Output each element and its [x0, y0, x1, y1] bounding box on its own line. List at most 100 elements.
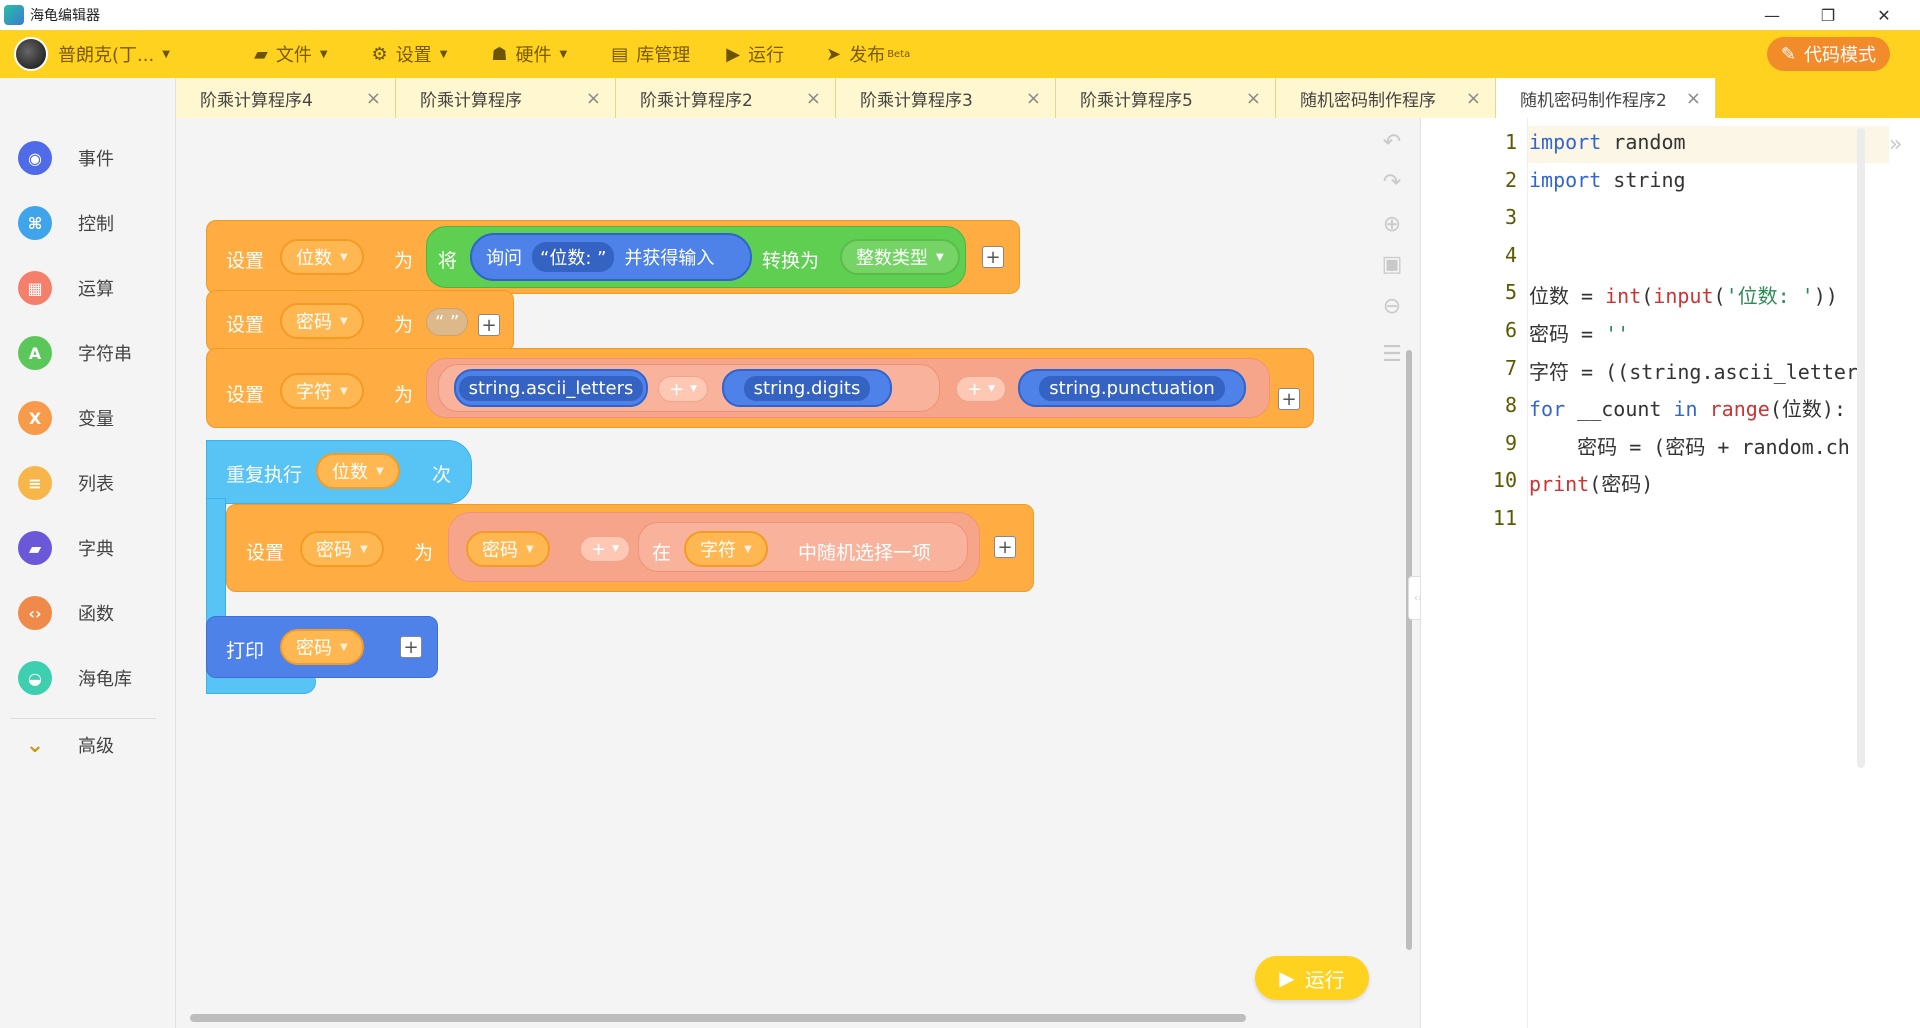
library-manager-label: 库管理: [636, 45, 691, 66]
code-line[interactable]: 位数 = int(input('位数: ')): [1529, 280, 1838, 309]
var-dropdown-chars[interactable]: 字符 ▼: [280, 373, 364, 409]
close-icon[interactable]: ×: [1026, 88, 1041, 109]
category-strings[interactable]: A 字符串: [18, 333, 132, 373]
gamepad-icon: ⌘: [18, 206, 52, 240]
code-mode-button[interactable]: ✎ 代码模式: [1766, 37, 1890, 71]
var-dropdown-digits[interactable]: 位数 ▼: [280, 239, 364, 275]
line-number: 3: [1504, 205, 1517, 230]
var-dropdown-chars[interactable]: 字符 ▼: [684, 531, 768, 567]
run-menu-button[interactable]: ▶ 运行: [726, 30, 784, 78]
line-number: 7: [1504, 355, 1517, 380]
user-avatar[interactable]: [14, 37, 48, 71]
category-dictionaries[interactable]: ▰ 字典: [18, 528, 114, 568]
toggle-icon: ◉: [18, 141, 52, 175]
hardware-menu[interactable]: ☗ 硬件 ▼: [491, 30, 567, 78]
zoom-in-icon[interactable]: ⊕: [1380, 212, 1404, 237]
ascii-letters-block[interactable]: string.ascii_letters: [454, 369, 648, 407]
code-line[interactable]: import string: [1529, 168, 1686, 192]
block-workspace[interactable]: 设置 位数 ▼ 为 将 询问 “位数: ” 并获得输入 转换为 整数类型 ▼ + 设…: [176, 118, 1418, 1028]
var-name: 密码: [296, 312, 332, 333]
var-dropdown-password[interactable]: 密码 ▼: [280, 303, 364, 339]
category-label: 字典: [78, 539, 114, 560]
workspace-vertical-scrollbar[interactable]: [1406, 350, 1412, 950]
tab-password-generator-2[interactable]: 随机密码制作程序2 ×: [1496, 78, 1716, 118]
tab-factorial-5[interactable]: 阶乘计算程序5 ×: [1056, 78, 1276, 118]
string-attr: string.digits: [743, 375, 871, 401]
category-label: 控制: [78, 214, 114, 235]
add-param-button[interactable]: +: [1278, 388, 1300, 410]
add-param-button[interactable]: +: [400, 636, 422, 658]
publish-button[interactable]: ➤ 发布 Beta: [826, 30, 910, 78]
cleanup-icon[interactable]: ☰: [1380, 342, 1404, 367]
category-events[interactable]: ◉ 事件: [18, 138, 114, 178]
restore-button[interactable]: ❐: [1800, 0, 1856, 30]
file-menu[interactable]: ▰ 文件 ▼: [254, 30, 328, 78]
tab-password-generator[interactable]: 随机密码制作程序 ×: [1276, 78, 1496, 118]
type-dropdown[interactable]: 整数类型 ▼: [840, 239, 960, 275]
book-icon: ▰: [18, 531, 52, 565]
zoom-out-icon[interactable]: ⊖: [1380, 294, 1404, 319]
close-icon[interactable]: ×: [366, 88, 381, 109]
category-turtle-library[interactable]: ◒ 海龟库: [18, 658, 132, 698]
empty-string-input[interactable]: “ ”: [426, 308, 469, 336]
var-dropdown-password[interactable]: 密码 ▼: [466, 531, 550, 567]
close-icon[interactable]: ×: [586, 88, 601, 109]
collapse-panel-icon[interactable]: »: [1889, 132, 1902, 157]
caret-down-icon: ▼: [612, 544, 620, 554]
operator-dropdown[interactable]: + ▼: [658, 376, 709, 402]
code-line[interactable]: 密码 = '': [1529, 318, 1629, 347]
operator-dropdown[interactable]: + ▼: [580, 536, 631, 562]
close-window-button[interactable]: ✕: [1856, 0, 1912, 30]
close-icon[interactable]: ×: [1686, 88, 1701, 109]
line-number: 8: [1504, 393, 1517, 418]
punctuation-block[interactable]: string.punctuation: [1018, 369, 1246, 407]
var-dropdown-password[interactable]: 密码 ▼: [300, 531, 384, 567]
code-line[interactable]: 密码 = (密码 + random.ch: [1529, 431, 1850, 460]
add-param-button[interactable]: +: [994, 536, 1016, 558]
tab-factorial-4[interactable]: 阶乘计算程序4 ×: [176, 78, 396, 118]
library-manager-button[interactable]: ▤ 库管理: [611, 30, 690, 78]
close-icon[interactable]: ×: [1246, 88, 1261, 109]
category-control[interactable]: ⌘ 控制: [18, 203, 114, 243]
undo-icon[interactable]: ↶: [1380, 130, 1404, 155]
user-menu[interactable]: 普朗克(丁... ▼: [58, 30, 230, 78]
line-number: 1: [1504, 130, 1517, 154]
category-label: 高级: [78, 736, 114, 757]
tab-factorial-2[interactable]: 阶乘计算程序2 ×: [616, 78, 836, 118]
ask-prompt-text[interactable]: “位数: ”: [532, 242, 615, 272]
close-icon[interactable]: ×: [806, 88, 821, 109]
category-label: 列表: [78, 474, 114, 495]
category-lists[interactable]: ≡ 列表: [18, 463, 114, 503]
code-preview-panel[interactable]: 1 import random 2 import string 3 4 5 位数 = int(…: [1420, 118, 1920, 1028]
category-operators[interactable]: ▦ 运算: [18, 268, 114, 308]
code-line[interactable]: print(密码): [1529, 468, 1653, 497]
category-functions[interactable]: ‹› 函数: [18, 593, 114, 633]
category-variables[interactable]: X 变量: [18, 398, 114, 438]
digits-block[interactable]: string.digits: [722, 369, 892, 407]
code-line[interactable]: for __count in range(位数):: [1529, 393, 1846, 422]
reset-zoom-icon[interactable]: ▣: [1380, 252, 1404, 277]
settings-menu[interactable]: ⚙ 设置 ▼: [372, 30, 448, 78]
workspace-horizontal-scrollbar[interactable]: [190, 1014, 1246, 1022]
operator-symbol: +: [967, 378, 983, 400]
block-text: 设置: [226, 314, 265, 336]
close-icon[interactable]: ×: [1466, 88, 1481, 109]
minimize-button[interactable]: —: [1744, 0, 1800, 30]
caret-down-icon: ▼: [988, 384, 996, 394]
code-line[interactable]: import random: [1529, 130, 1686, 154]
add-param-button[interactable]: +: [478, 314, 500, 336]
code-line[interactable]: 字符 = ((string.ascii_letter: [1529, 356, 1858, 385]
category-advanced[interactable]: ⌄ 高级: [18, 725, 114, 765]
title-bar: 海龟编辑器 — ❐ ✕: [0, 0, 1920, 30]
tab-factorial[interactable]: 阶乘计算程序 ×: [396, 78, 616, 118]
operator-dropdown[interactable]: + ▼: [956, 376, 1007, 402]
run-button[interactable]: ▶ 运行: [1255, 956, 1369, 1000]
caret-down-icon: ▼: [526, 543, 534, 555]
var-dropdown-digits[interactable]: 位数 ▼: [316, 453, 400, 489]
var-dropdown-password[interactable]: 密码 ▼: [280, 629, 364, 665]
add-param-button[interactable]: +: [982, 246, 1004, 268]
ask-input-block[interactable]: 询问 “位数: ” 并获得输入: [470, 233, 752, 281]
redo-icon[interactable]: ↷: [1380, 170, 1404, 195]
tab-factorial-3[interactable]: 阶乘计算程序3 ×: [836, 78, 1056, 118]
code-vertical-scrollbar[interactable]: [1857, 128, 1865, 768]
